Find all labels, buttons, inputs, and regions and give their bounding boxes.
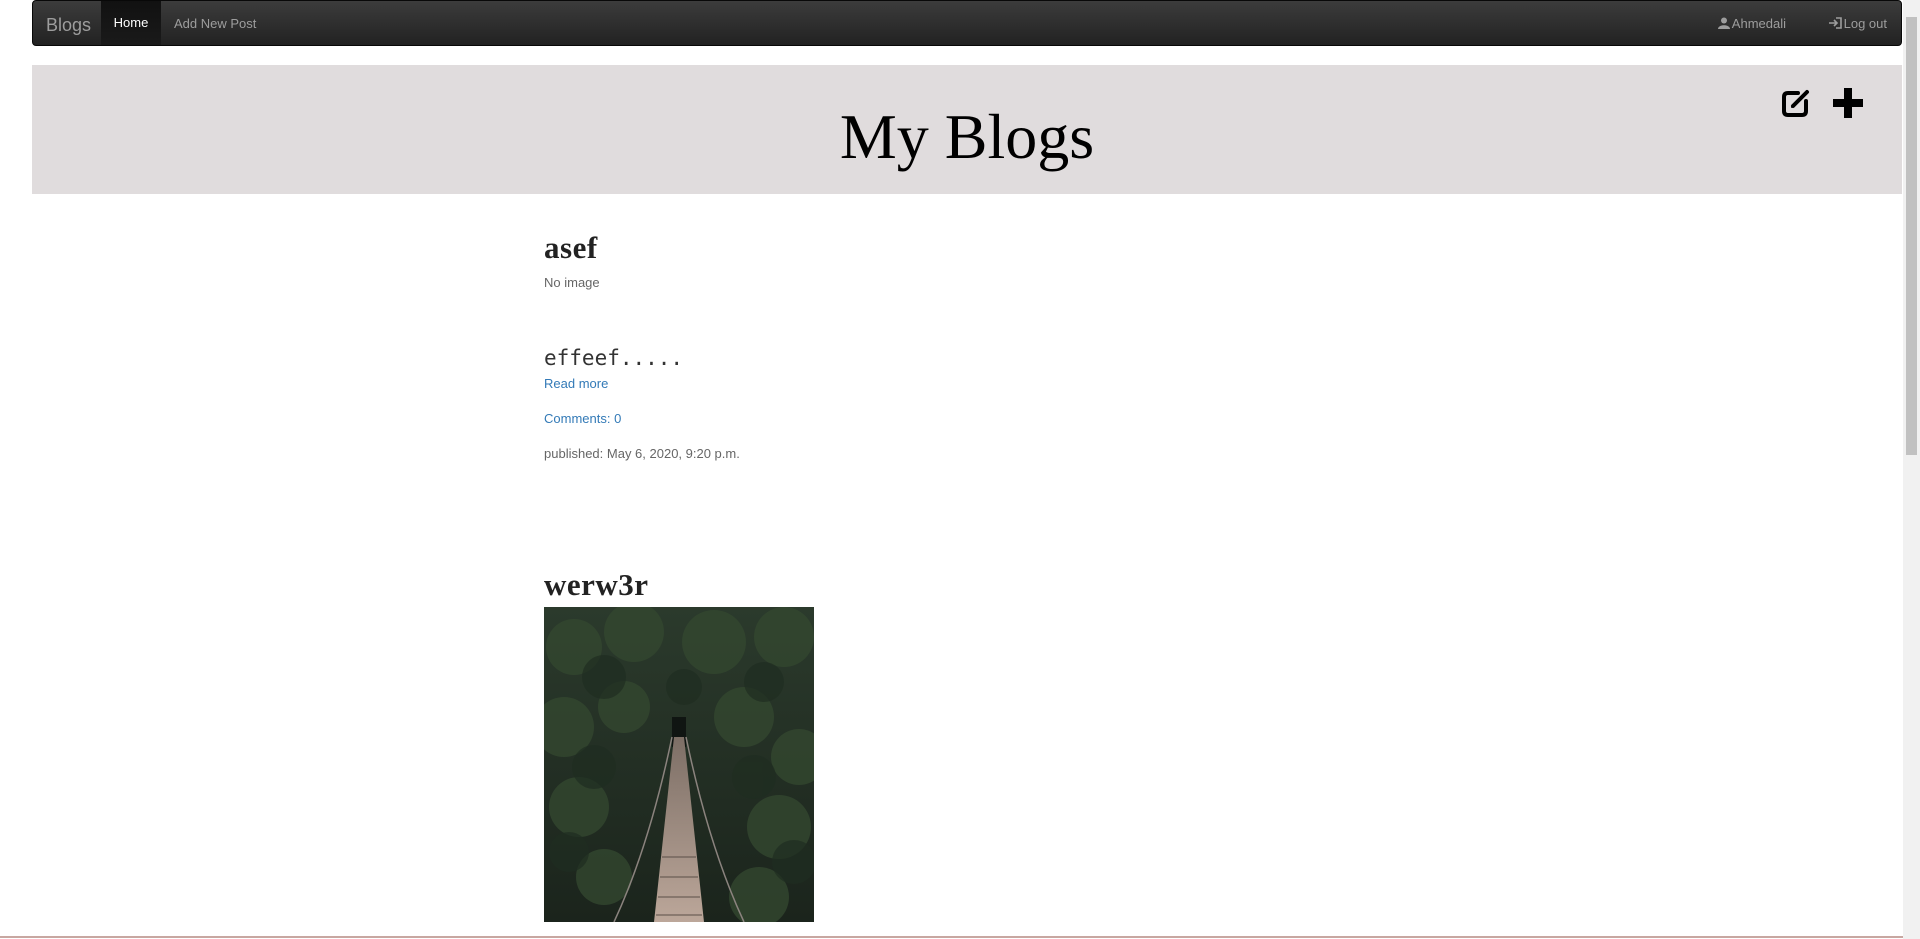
nav-user-label: Ahmedali bbox=[1731, 16, 1786, 31]
brand-link[interactable]: Blogs bbox=[46, 15, 91, 36]
user-icon bbox=[1717, 17, 1730, 29]
bottom-divider bbox=[0, 936, 1903, 938]
scrollbar-thumb[interactable] bbox=[1906, 17, 1917, 455]
comments-link[interactable]: Comments: 0 bbox=[544, 411, 621, 426]
post-excerpt: effeef..... bbox=[544, 346, 684, 370]
post-item: asef No image effeef..... Read more Comm… bbox=[544, 230, 1244, 461]
post-title: werw3r bbox=[544, 567, 649, 602]
top-navbar: Blogs Home Add New Post Ahmedali Log out bbox=[32, 0, 1902, 46]
published-date: published: May 6, 2020, 9:20 p.m. bbox=[544, 446, 740, 461]
post-image bbox=[544, 607, 814, 922]
page-header: My Blogs bbox=[32, 65, 1902, 194]
nav-logout-link[interactable]: Log out bbox=[1828, 16, 1887, 31]
nav-logout-label: Log out bbox=[1843, 16, 1887, 31]
log-in-icon bbox=[1828, 17, 1842, 29]
plus-icon[interactable] bbox=[1830, 85, 1866, 121]
header-actions bbox=[1766, 85, 1866, 126]
nav-add-post-link[interactable]: Add New Post bbox=[174, 16, 256, 31]
post-list: asef No image effeef..... Read more Comm… bbox=[544, 230, 1244, 922]
page-title: My Blogs bbox=[839, 101, 1095, 172]
nav-user-link[interactable]: Ahmedali bbox=[1717, 16, 1786, 31]
edit-icon[interactable] bbox=[1778, 85, 1814, 121]
no-image-text: No image bbox=[544, 275, 600, 290]
read-more-link[interactable]: Read more bbox=[544, 376, 608, 391]
nav-home-link[interactable]: Home bbox=[101, 1, 161, 45]
vertical-scrollbar[interactable] bbox=[1903, 0, 1920, 939]
post-title: asef bbox=[544, 230, 598, 265]
post-item: werw3r bbox=[544, 567, 1244, 922]
